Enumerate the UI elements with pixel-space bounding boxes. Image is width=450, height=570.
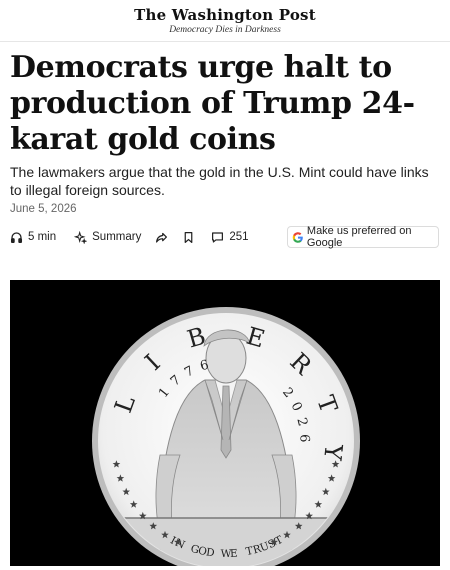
headphones-icon <box>10 231 23 243</box>
google-preferred-button[interactable]: Make us preferred on Google <box>287 225 439 249</box>
sparkle-icon <box>74 230 88 244</box>
bookmark-icon <box>184 231 193 243</box>
site-tagline: Democracy Dies in Darkness <box>169 25 281 35</box>
masthead: The Washington Post Democracy Dies in Da… <box>0 0 450 42</box>
share-icon <box>156 232 168 243</box>
year-right-digit: 6 <box>296 434 311 443</box>
listen-button[interactable]: 5 min <box>10 231 56 244</box>
comments-count: 251 <box>229 231 249 243</box>
summary-button[interactable]: Summary <box>74 230 142 244</box>
google-icon <box>292 231 303 243</box>
motto-letter: E <box>230 547 238 560</box>
site-logo[interactable]: The Washington Post <box>0 6 450 24</box>
google-preferred-label: Make us preferred on Google <box>306 225 412 249</box>
coin-illustration: LIB ERTY177 62026IN GOD WE TRUST <box>10 280 440 566</box>
summary-label: Summary <box>92 231 142 243</box>
listen-duration: 5 min <box>28 231 57 243</box>
share-button[interactable] <box>155 231 168 244</box>
article-headline: Democrats urge halt to production of Tru… <box>10 50 415 157</box>
motto-letter: D <box>205 546 215 559</box>
comments-button[interactable]: 251 <box>211 231 249 244</box>
save-button[interactable] <box>182 231 195 244</box>
comment-icon <box>212 231 224 243</box>
article-dek: The lawmakers argue that the gold in the… <box>10 164 429 198</box>
article-date: June 5, 2026 <box>10 203 77 215</box>
coin-photo: LIBERTY17762026IN GOD WE TRUST <box>10 280 440 566</box>
